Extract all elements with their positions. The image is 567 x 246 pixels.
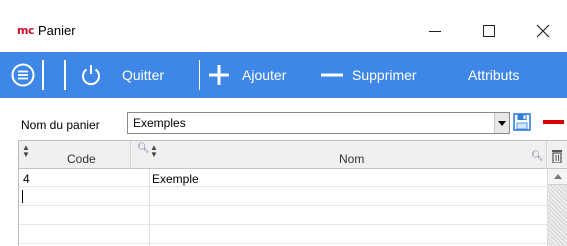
table-row[interactable] [19, 226, 547, 244]
sort-icon: ▲ ▼ [22, 143, 30, 159]
basket-name-value: Exemples [133, 116, 186, 130]
toolbar-separator [42, 60, 44, 90]
scroll-up-button[interactable] [548, 169, 567, 185]
remove-basket-icon[interactable] [543, 120, 564, 124]
basket-name-label: Nom du panier [21, 118, 100, 132]
text-cursor [22, 190, 23, 203]
quit-button[interactable]: Quitter [80, 52, 164, 98]
attributes-button[interactable]: Attributs [468, 52, 519, 98]
chevron-up-icon [554, 174, 562, 179]
remove-button[interactable]: Supprimer [320, 52, 417, 98]
maximize-icon [483, 25, 495, 37]
minimize-icon [429, 30, 441, 32]
minus-icon [321, 73, 343, 77]
power-icon [82, 65, 100, 86]
search-icon: 🔍︎ [531, 151, 544, 162]
trash-icon [552, 150, 562, 163]
basket-name-select[interactable]: Exemples [127, 112, 510, 134]
column-header-nom-label: Nom [339, 152, 365, 166]
plus-icon [209, 65, 229, 85]
quit-label: Quitter [122, 67, 165, 83]
window-title: Panier [38, 23, 76, 38]
table-row[interactable]: 4 Exemple [19, 169, 547, 187]
remove-label: Supprimer [352, 67, 417, 83]
close-icon [536, 24, 550, 38]
toolbar-separator [64, 60, 66, 90]
toolbar: Quitter Ajouter Supprimer Attributs [0, 52, 567, 98]
grid-header: ▲ ▼ Code 🔍︎ ▲ ▼ Nom 🔍︎ [19, 141, 567, 169]
table-row[interactable] [19, 207, 547, 225]
menu-button[interactable] [11, 52, 35, 98]
minimize-button[interactable] [420, 18, 450, 44]
sort-icon: ▲ ▼ [150, 143, 158, 159]
app-logo: mc [17, 24, 34, 37]
vertical-scrollbar[interactable] [547, 169, 567, 246]
menu-icon [11, 63, 35, 87]
column-header-options[interactable] [547, 141, 567, 169]
row-code: 4 [23, 172, 30, 186]
basket-name-row: Nom du panier Exemples [0, 98, 567, 140]
close-button[interactable] [528, 18, 558, 44]
add-label: Ajouter [242, 67, 287, 83]
add-button[interactable]: Ajouter [207, 52, 286, 98]
column-header-code[interactable]: ▲ ▼ Code 🔍︎ [19, 141, 150, 169]
column-header-nom[interactable]: ▲ ▼ Nom 🔍︎ [131, 141, 547, 169]
toolbar-separator [199, 60, 200, 90]
save-icon[interactable] [513, 113, 531, 131]
maximize-button[interactable] [474, 18, 504, 44]
chevron-down-icon [498, 120, 506, 126]
row-nom: Exemple [152, 172, 199, 186]
dropdown-button[interactable] [494, 113, 509, 133]
items-grid: ▲ ▼ Code 🔍︎ ▲ ▼ Nom 🔍︎ 4 Exemple [18, 140, 567, 246]
attributes-label: Attributs [468, 67, 520, 83]
column-header-code-label: Code [67, 152, 96, 166]
new-row[interactable] [19, 188, 547, 206]
title-bar: mc Panier [0, 0, 567, 52]
